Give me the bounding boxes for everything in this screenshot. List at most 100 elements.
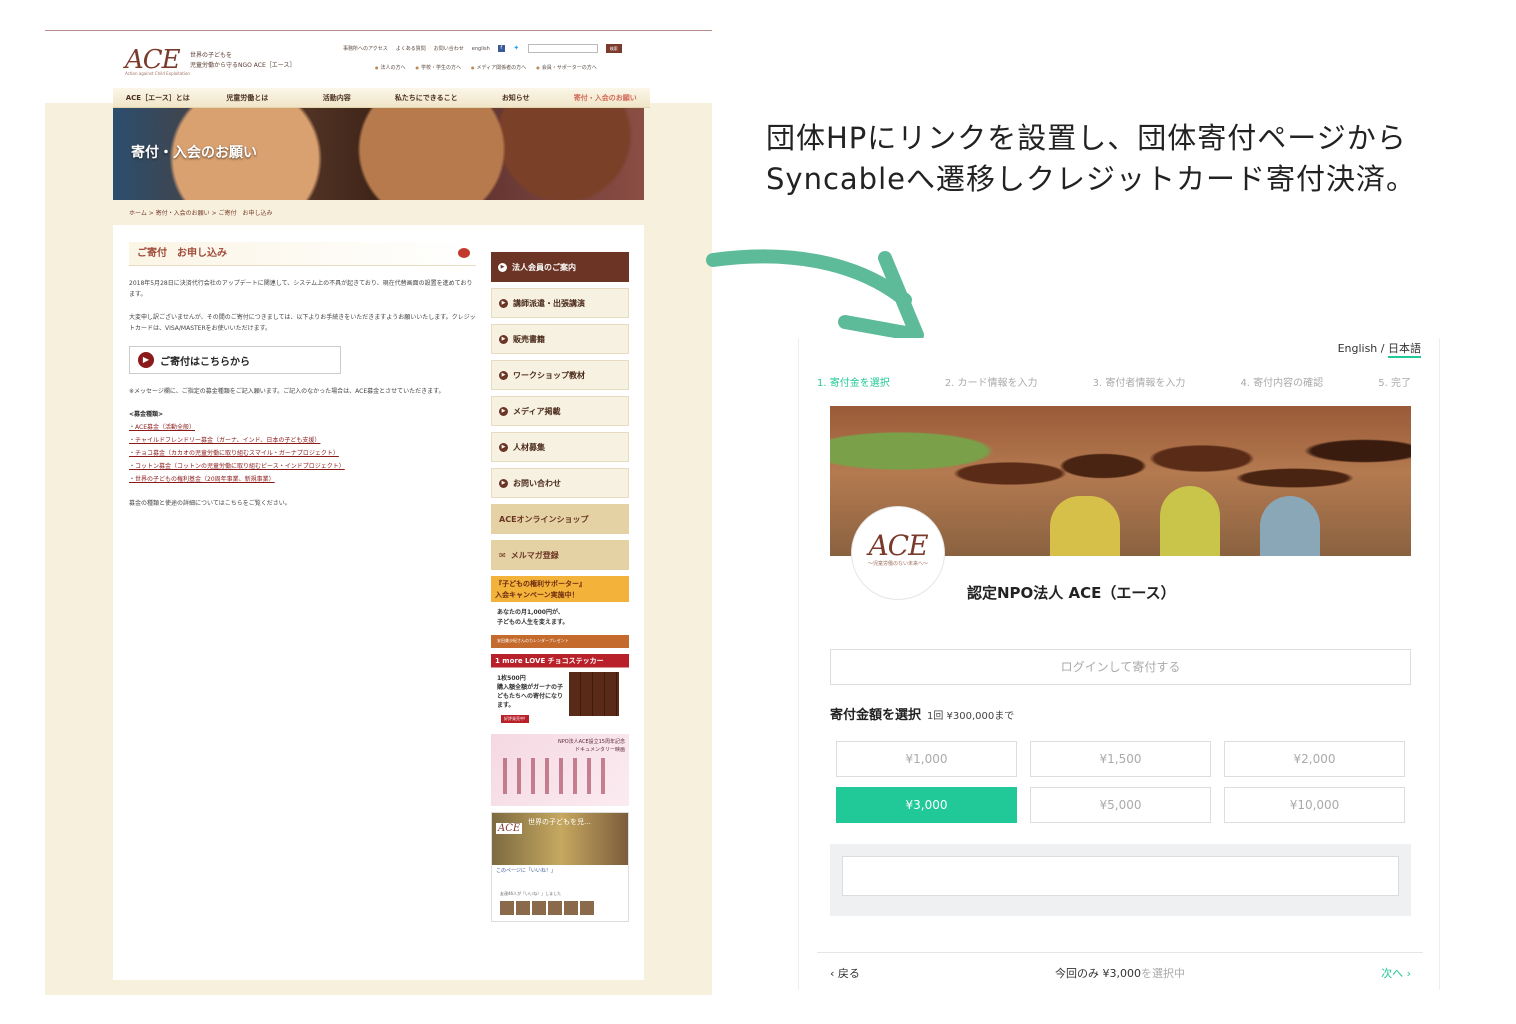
lang-japanese[interactable]: 日本語 <box>1388 342 1421 358</box>
summary-amount: 今回のみ ¥3,000 <box>1055 967 1141 980</box>
fund-link-ace[interactable]: ACE募金（活動全般） <box>129 421 476 434</box>
newsletter-button[interactable]: ✉ メルマガ登録 <box>491 540 629 570</box>
amount-option-1000[interactable]: ¥1,000 <box>836 741 1017 777</box>
facebook-fans-count: 友達46人が「いいね！」しました <box>500 891 562 896</box>
sidebar-item-recruit[interactable]: ▶ 人材募集 <box>491 432 629 462</box>
audience-link-media[interactable]: メディア関係者の方へ <box>471 64 527 71</box>
notice-paragraph-1: 2018年5月28日に決済代行会社のアップデートに関連して、システム上の不具が起… <box>129 280 473 298</box>
back-label: 戻る <box>837 967 860 980</box>
section-title-text: ご寄付 お申し込み <box>137 248 227 259</box>
next-button[interactable]: 次へ › <box>1381 965 1411 981</box>
play-circle-icon: ▶ <box>499 298 508 308</box>
amount-option-10000[interactable]: ¥10,000 <box>1224 787 1405 823</box>
global-nav: ACE［エース］とは 児童労働とは 活動内容 私たちにできること お知らせ 寄付… <box>113 88 650 108</box>
audience-link-members[interactable]: 会員・サポーターの方へ <box>536 64 597 71</box>
sidebar-item-corporate[interactable]: ▶ 法人会員のご案内 <box>491 252 629 282</box>
util-link-faq[interactable]: よくある質問 <box>396 45 426 52</box>
syncable-donation-page: English / 日本語 1. 寄付金を選択 2. カード情報を入力 3. 寄… <box>798 338 1440 990</box>
step-indicator: 1. 寄付金を選択 2. カード情報を入力 3. 寄付者情報を入力 4. 寄付内… <box>817 374 1411 389</box>
avatar <box>548 901 562 915</box>
facebook-like-button[interactable]: このページに「いいね！」 <box>496 867 556 874</box>
amount-option-3000[interactable]: ¥3,000 <box>836 787 1017 823</box>
fund-types-list: ACE募金（活動全般） チャイルドフレンドリー募金（ガーナ、インド、日本の子ども… <box>129 421 476 486</box>
fund-link-rights[interactable]: 世界の子どもの権利基金（20周年事業、新規事業） <box>129 473 476 486</box>
banner-choco-sticker[interactable]: 1 more LOVE チョコステッカー 1枚500円 購入額全額がガーナの子ど… <box>491 654 629 728</box>
util-link-contact[interactable]: お問い合わせ <box>434 45 464 52</box>
play-circle-icon: ▶ <box>499 334 508 344</box>
sidebar-item-label: 法人会員のご案内 <box>512 262 576 272</box>
custom-amount-input[interactable] <box>842 856 1399 896</box>
lang-english[interactable]: English <box>1338 342 1378 355</box>
sidebar-item-label: メディア掲載 <box>513 406 561 416</box>
audience-link-school[interactable]: 学校・学生の方へ <box>416 64 461 71</box>
hero-banner: 寄付・入会のお願い <box>113 108 644 200</box>
message-note: ※メッセージ欄に、ご指定の募金種類をご記入願います。ご記入のなかった場合は、AC… <box>129 388 445 395</box>
caption-line-2: Syncableへ遷移しクレジットカード寄付決済。 <box>766 162 1416 196</box>
sidebar-item-workshop[interactable]: ▶ ワークショップ教材 <box>491 360 629 390</box>
amount-option-1500[interactable]: ¥1,500 <box>1030 741 1211 777</box>
notice-paragraph-2: 大変申し訳ございませんが、その間のご寄付につきましては、以下よりお手続きをいただ… <box>129 314 476 332</box>
online-shop-button[interactable]: ACEオンラインショップ <box>491 504 629 534</box>
org-name: 認定NPO法人 ACE（エース） <box>967 584 1176 602</box>
breadcrumb[interactable]: ホーム > 寄付・入会のお願い > ご寄付 お申し込み <box>129 208 273 217</box>
caption-line-1: 団体HPにリンクを設置し、団体寄付ページから <box>766 121 1407 155</box>
step-1: 1. 寄付金を選択 <box>817 378 890 389</box>
amount-option-5000[interactable]: ¥5,000 <box>1030 787 1211 823</box>
facebook-page-logo: ACE <box>496 823 523 834</box>
play-circle-icon: ▶ <box>499 406 508 416</box>
sidebar-item-media[interactable]: ▶ メディア掲載 <box>491 396 629 426</box>
banner-documentary[interactable]: NPO法人ACE設立15周年記念 ドキュメンタリー映画 <box>491 734 629 806</box>
sidebar-item-contact[interactable]: ▶ お問い合わせ <box>491 468 629 498</box>
banner-title: 1 more LOVE チョコステッカー <box>495 657 604 665</box>
amount-option-2000[interactable]: ¥2,000 <box>1224 741 1405 777</box>
main-panel: ご寄付 お申し込み 2018年5月28日に決済代行会社のアップデートに関連して、… <box>113 225 644 980</box>
banner-body: 1枚500円 購入額全額がガーナの子どもたちへの寄付になります。 <box>497 675 564 709</box>
online-shop-label: ACEオンラインショップ <box>499 514 589 524</box>
amount-title-text: 寄付金額を選択 <box>830 708 922 723</box>
util-link-access[interactable]: 事務所へのアクセス <box>343 45 388 52</box>
facebook-fan-avatars <box>500 901 594 915</box>
ace-logo-subtitle: Action against Child Exploitation <box>125 71 190 76</box>
site-search-button[interactable]: 検索 <box>605 44 622 53</box>
site-search-input[interactable] <box>527 44 598 53</box>
fund-link-child-friendly[interactable]: チャイルドフレンドリー募金（ガーナ、インド、日本の子ども支援） <box>129 434 476 447</box>
selection-summary: 今回のみ ¥3,000を選択中 <box>1055 965 1185 981</box>
banner-title: 『子どもの権利サポーター』 入会キャンペーン実施中！ <box>495 580 586 599</box>
photo-detail <box>1050 496 1120 556</box>
nav-about[interactable]: ACE［エース］とは <box>113 88 203 107</box>
sidebar-item-lecturer[interactable]: ▶ 講師派遣・出張講演 <box>491 288 629 318</box>
util-link-english[interactable]: english <box>472 46 490 52</box>
donate-here-button[interactable]: ▶ ご寄付はこちらから <box>129 346 341 374</box>
play-circle-icon: ▶ <box>138 352 154 368</box>
nav-news[interactable]: お知らせ <box>471 88 561 107</box>
org-logo-text: ACE <box>868 529 928 562</box>
site-tagline: 世界の子どもを 児童労働から守るNGO ACE［エース］ <box>190 52 296 69</box>
step-2: 2. カード情報を入力 <box>944 378 1038 389</box>
newsletter-label: メルマガ登録 <box>510 550 559 560</box>
banner-body: あなたの月1,000円が、 子どもの人生を変えます。 <box>497 609 569 626</box>
sidebar-item-label: お問い合わせ <box>513 478 561 488</box>
mail-icon: ✉ <box>499 550 506 560</box>
nav-what-we-can-do[interactable]: 私たちにできること <box>382 88 472 107</box>
amount-section-title: 寄付金額を選択 1回 ¥300,000まで <box>830 704 1014 723</box>
nav-child-labour[interactable]: 児童労働とは <box>203 88 293 107</box>
back-button[interactable]: ‹ 戻る <box>830 965 860 981</box>
banner-rights-supporter[interactable]: 『子どもの権利サポーター』 入会キャンペーン実施中！ あなたの月1,000円が、… <box>491 576 629 648</box>
facebook-icon[interactable]: f <box>497 45 505 52</box>
twitter-icon[interactable]: ✦ <box>513 45 520 52</box>
nav-activities[interactable]: 活動内容 <box>292 88 382 107</box>
fund-link-cotton[interactable]: コットン募金（コットンの児童労働に取り組むピース・インドプロジェクト） <box>129 460 476 473</box>
step-3: 3. 寄付者情報を入力 <box>1092 378 1186 389</box>
fund-link-choco[interactable]: チョコ募金（カカオの児童労働に取り組むスマイル・ガーナプロジェクト） <box>129 447 476 460</box>
sidebar-item-books[interactable]: ▶ 販売書籍 <box>491 324 629 354</box>
banner-foot: 安田美沙紀さんのカレンダープレゼント <box>497 638 569 643</box>
content-column: ご寄付 お申し込み 2018年5月28日に決済代行会社のアップデートに関連して、… <box>129 242 476 509</box>
audience-links: 法人の方へ 学校・学生の方へ メディア関係者の方へ 会員・サポーターの方へ <box>375 64 597 71</box>
nav-donate[interactable]: 寄付・入会のお願い <box>561 88 651 107</box>
lang-separator: / <box>1377 342 1388 355</box>
sidebar-item-label: 人材募集 <box>513 442 545 452</box>
login-donate-button[interactable]: ログインして寄付する <box>830 649 1411 685</box>
photo-detail <box>1160 486 1220 556</box>
audience-link-corporate[interactable]: 法人の方へ <box>375 64 406 71</box>
facebook-widget[interactable]: ACE 世界の子どもを児… このページに「いいね！」 友達46人が「いいね！」し… <box>491 812 629 922</box>
